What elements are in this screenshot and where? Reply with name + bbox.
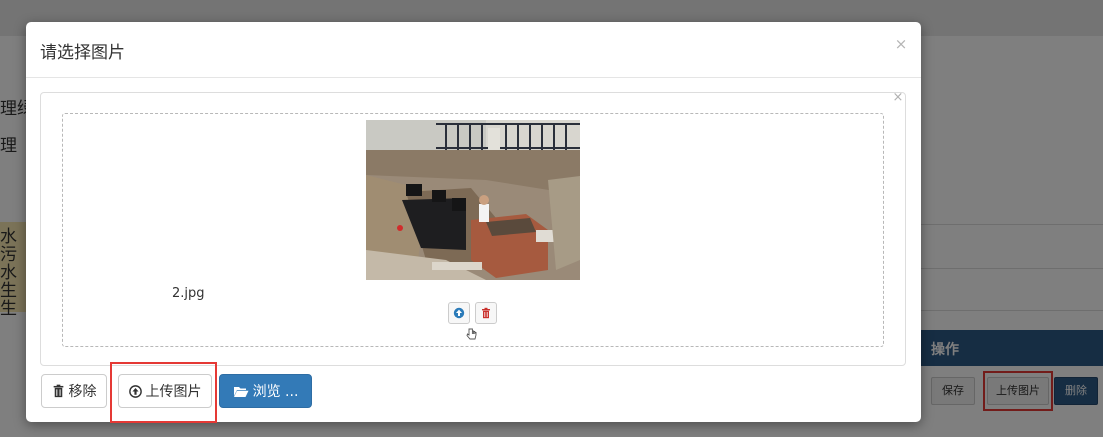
file-name: 2.jpg xyxy=(172,286,205,301)
file-drop-zone[interactable]: 2.jpg xyxy=(62,113,884,347)
remove-button[interactable]: 移除 xyxy=(41,374,107,408)
modal-header: 请选择图片 × xyxy=(26,22,921,78)
trash-icon xyxy=(482,307,490,319)
browse-button[interactable]: 浏览 ... xyxy=(219,374,312,408)
image-select-modal: 请选择图片 × × 2.jpg 移除 上传图片 浏览 ... xyxy=(26,22,921,423)
upload-button-highlight xyxy=(110,362,217,423)
thumbnail-actions xyxy=(448,302,500,326)
image-thumbnail xyxy=(366,120,580,280)
remove-button-label: 移除 xyxy=(68,384,97,400)
trash-icon xyxy=(53,384,63,398)
preview-close-button[interactable]: × xyxy=(891,91,905,105)
circle-arrow-up-icon xyxy=(453,307,465,319)
thumbnail-delete-button[interactable] xyxy=(475,302,497,324)
drag-handle[interactable] xyxy=(465,326,479,340)
browse-button-label: 浏览 ... xyxy=(252,384,299,400)
modal-title: 请选择图片 xyxy=(40,43,125,63)
thumbnail-upload-button[interactable] xyxy=(448,302,470,324)
file-preview-panel: × 2.jpg xyxy=(40,91,906,366)
construction-site-photo xyxy=(366,120,580,280)
hand-drag-icon xyxy=(466,328,477,340)
modal-close-button[interactable]: × xyxy=(892,35,910,53)
folder-open-icon xyxy=(233,386,249,397)
